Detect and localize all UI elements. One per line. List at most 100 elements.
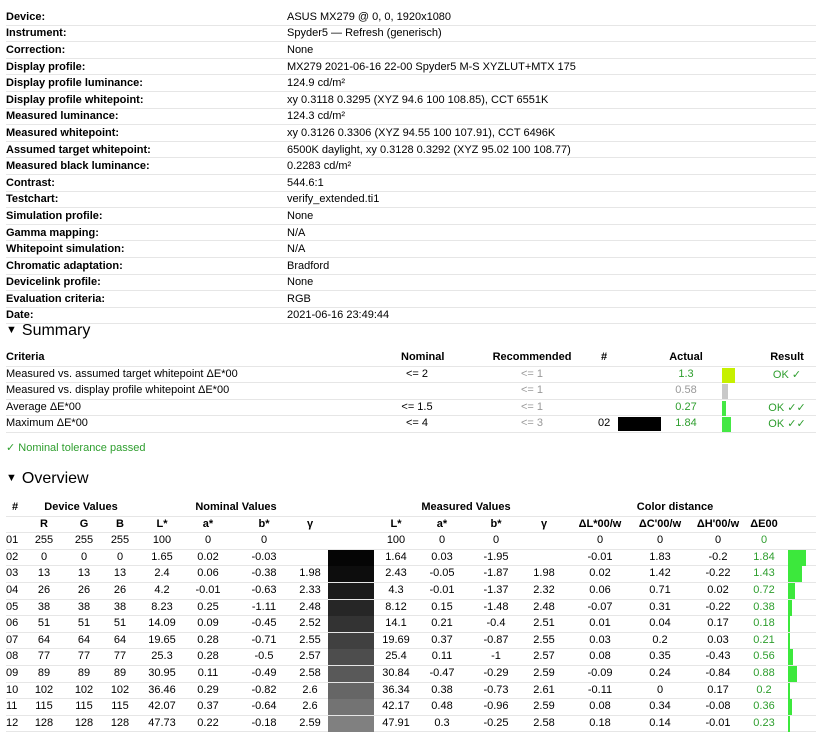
cell-idx: 10 bbox=[6, 683, 19, 696]
cell-r: 102 bbox=[34, 683, 54, 696]
info-row: Display profile luminance: 124.9 cd/m² bbox=[6, 75, 816, 92]
gray-swatch bbox=[328, 549, 374, 566]
gray-swatch bbox=[328, 599, 374, 616]
recommended-cell: <= 1 bbox=[520, 400, 544, 413]
cell-nL: 25.3 bbox=[151, 650, 173, 663]
info-row: Display profile whitepoint: xy 0.3118 0.3… bbox=[6, 92, 816, 109]
cell-ng: 2.48 bbox=[299, 600, 321, 613]
overview-row: 09 89 89 89 30.95 0.11 -0.49 2.58 30.84 -0.47 -0.2… bbox=[6, 665, 816, 683]
cell-g: 255 bbox=[74, 534, 94, 547]
cell-ma: -0.47 bbox=[429, 666, 455, 679]
summary-heading[interactable]: ▼ Summary bbox=[6, 322, 90, 340]
info-value: None bbox=[287, 276, 314, 289]
cell-dE: 0.88 bbox=[753, 666, 775, 679]
cell-na: 0.22 bbox=[197, 716, 219, 729]
criteria-cell: Measured vs. display profile whitepoint … bbox=[6, 384, 230, 397]
delta-e-bar bbox=[788, 616, 790, 633]
info-label: Testchart: bbox=[6, 193, 59, 206]
recommended-cell: <= 1 bbox=[520, 367, 544, 380]
overview-row: 12 128 128 128 47.73 0.22 -0.18 2.59 47.91 0.3 -0.… bbox=[6, 715, 816, 732]
overview-column-header: R G B L* a* b* γ L* a* b* γ ΔL*00/w ΔC'0… bbox=[6, 517, 816, 534]
overview-table: # Device Values Nominal Values Measured … bbox=[6, 500, 816, 732]
cell-nL: 14.09 bbox=[148, 617, 176, 630]
delta-e-bar bbox=[788, 582, 795, 599]
collapse-triangle-icon[interactable]: ▼ bbox=[6, 324, 17, 336]
info-value: Bradford bbox=[287, 259, 330, 272]
nominal-cell: <= 1.5 bbox=[401, 400, 433, 413]
info-row: Date: 2021-06-16 23:49:44 bbox=[6, 308, 816, 325]
info-label: Display profile whitepoint: bbox=[6, 93, 144, 106]
cell-dL: 0.03 bbox=[589, 633, 611, 646]
summary-row: Measured vs. assumed target whitepoint Δ… bbox=[6, 367, 816, 384]
cell-nL: 42.07 bbox=[148, 700, 176, 713]
info-label: Evaluation criteria: bbox=[6, 292, 106, 305]
cell-ng: 2.58 bbox=[299, 666, 321, 679]
gray-swatch bbox=[328, 699, 374, 716]
cell-dC: 0.14 bbox=[649, 716, 671, 729]
info-label: Device: bbox=[6, 10, 46, 23]
col-delta-l: ΔL*00/w bbox=[578, 517, 622, 530]
cell-dE: 0.2 bbox=[756, 683, 772, 696]
cell-mb: -1.95 bbox=[483, 550, 509, 563]
cell-nb: -0.38 bbox=[251, 567, 277, 580]
cell-ng: 2.6 bbox=[302, 683, 318, 696]
cell-idx: 04 bbox=[6, 583, 19, 596]
cell-ma: 0.38 bbox=[431, 683, 453, 696]
info-value: Spyder5 — Refresh (generisch) bbox=[287, 27, 442, 40]
cell-g: 89 bbox=[77, 666, 91, 679]
gray-swatch bbox=[328, 665, 374, 682]
cell-dH: 0.03 bbox=[707, 633, 729, 646]
cell-nb: -0.63 bbox=[251, 583, 277, 596]
cell-r: 115 bbox=[35, 700, 53, 713]
info-row: Testchart: verify_extended.ti1 bbox=[6, 192, 816, 209]
info-value: MX279 2021-06-16 22-00 Spyder5 M-S XYZLU… bbox=[287, 60, 576, 73]
col-measured-a: a* bbox=[436, 517, 448, 530]
overview-row: 06 51 51 51 14.09 0.09 -0.45 2.52 14.1 0.21 -0.4 2.… bbox=[6, 616, 816, 633]
cell-r: 51 bbox=[37, 617, 51, 630]
cell-mb: -1.48 bbox=[483, 600, 509, 613]
cell-nL: 8.23 bbox=[151, 600, 173, 613]
cell-b: 115 bbox=[111, 700, 129, 713]
cell-mg: 2.32 bbox=[533, 583, 555, 596]
info-label: Measured luminance: bbox=[6, 110, 119, 123]
cell-ng: 2.55 bbox=[299, 633, 321, 646]
info-label: Instrument: bbox=[6, 27, 67, 40]
info-row: Assumed target whitepoint: 6500K daylight… bbox=[6, 142, 816, 159]
cell-b: 102 bbox=[110, 683, 130, 696]
info-label: Devicelink profile: bbox=[6, 276, 101, 289]
device-values-header: Device Values bbox=[44, 501, 118, 513]
tolerance-status: ✓ Nominal tolerance passed bbox=[6, 442, 146, 454]
info-label: Display profile: bbox=[6, 60, 86, 73]
criteria-cell: Average ΔE*00 bbox=[6, 400, 82, 413]
info-value: xy 0.3126 0.3306 (XYZ 94.55 100 107.91),… bbox=[287, 126, 556, 139]
cell-dH: 0.17 bbox=[707, 683, 729, 696]
cell-mL: 8.12 bbox=[385, 600, 407, 613]
actual-bar bbox=[722, 367, 735, 383]
gray-swatch bbox=[328, 715, 374, 732]
info-value: N/A bbox=[287, 243, 306, 256]
cell-dL: 0.06 bbox=[589, 583, 611, 596]
info-label: Assumed target whitepoint: bbox=[6, 143, 151, 156]
cell-mL: 19.69 bbox=[382, 633, 410, 646]
overview-row: 10 102 102 102 36.46 0.29 -0.82 2.6 36.34 0.38 -0.… bbox=[6, 682, 816, 700]
info-row: Display profile: MX279 2021-06-16 22-00 S… bbox=[6, 59, 816, 76]
cell-mL: 36.34 bbox=[382, 683, 410, 696]
cell-nL: 19.65 bbox=[148, 633, 176, 646]
cell-dC: 0.24 bbox=[649, 666, 671, 679]
col-measured-gamma: γ bbox=[540, 517, 548, 530]
criteria-header: Criteria bbox=[6, 351, 45, 363]
overview-row: 08 77 77 77 25.3 0.28 -0.5 2.57 25.4 0.11 -1 2.57 0.… bbox=[6, 649, 816, 666]
overview-heading[interactable]: ▼ Overview bbox=[6, 470, 89, 488]
cell-ma: -0.01 bbox=[429, 583, 455, 596]
result-cell: OK ✓✓ bbox=[768, 418, 806, 431]
cell-b: 51 bbox=[113, 617, 127, 630]
cell-nL: 2.4 bbox=[154, 567, 170, 580]
cell-mL: 14.1 bbox=[385, 617, 407, 630]
cell-ma: 0.48 bbox=[431, 700, 453, 713]
cell-dL: 0.02 bbox=[589, 567, 611, 580]
cell-nb: -1.11 bbox=[251, 600, 277, 613]
cell-r: 26 bbox=[37, 583, 51, 596]
collapse-triangle-icon[interactable]: ▼ bbox=[6, 472, 17, 484]
cell-mL: 100 bbox=[386, 534, 406, 547]
cell-r: 0 bbox=[40, 550, 48, 563]
